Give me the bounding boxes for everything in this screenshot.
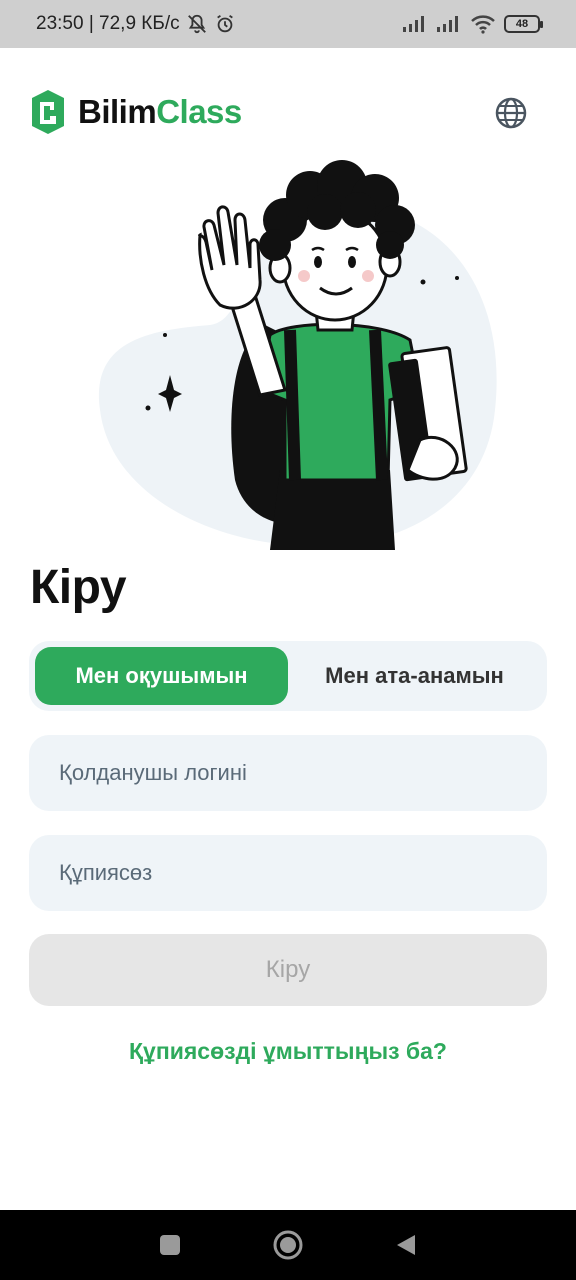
tab-parent[interactable]: Мен ата-анамын [288,647,541,705]
signal-icon-1 [403,16,424,32]
logo-bilim: Bilim [78,93,157,130]
logo-class: Class [156,93,242,130]
wifi-icon [471,15,495,34]
signal-icon-2 [437,16,458,32]
app-logo: BilimClass [28,88,242,136]
status-bar: 23:50 | 72,9 КБ/с 48 [0,0,576,48]
login-input[interactable]: Қолданушы логині [29,735,547,811]
alarm-icon [216,14,233,33]
globe-icon [495,97,527,129]
page-title: Кіру [30,561,127,614]
student-illustration [98,160,497,550]
status-left: 23:50 | 72,9 КБ/с [36,13,236,35]
password-input[interactable]: Құпиясөз [29,835,547,911]
battery-indicator: 48 [504,15,543,33]
status-time-speed: 23:50 | 72,9 КБ/с [36,13,180,34]
notifications-off-icon [187,14,206,34]
bilimclass-logo-icon [32,90,64,134]
home-icon[interactable] [272,1229,304,1261]
back-icon[interactable] [394,1233,418,1257]
tab-student[interactable]: Мен оқушымын [35,647,288,705]
login-button[interactable]: Кіру [29,934,547,1006]
language-button[interactable] [494,96,528,130]
recent-apps-icon[interactable] [158,1233,182,1257]
status-right: 48 [402,14,543,34]
logo-wordmark: BilimClass [78,93,242,131]
role-segmented-control: Мен оқушымын Мен ата-анамын [29,641,547,711]
forgot-password-link[interactable]: Құпиясөзді ұмыттыңыз ба? [0,1038,576,1065]
system-nav-bar [0,1210,576,1280]
